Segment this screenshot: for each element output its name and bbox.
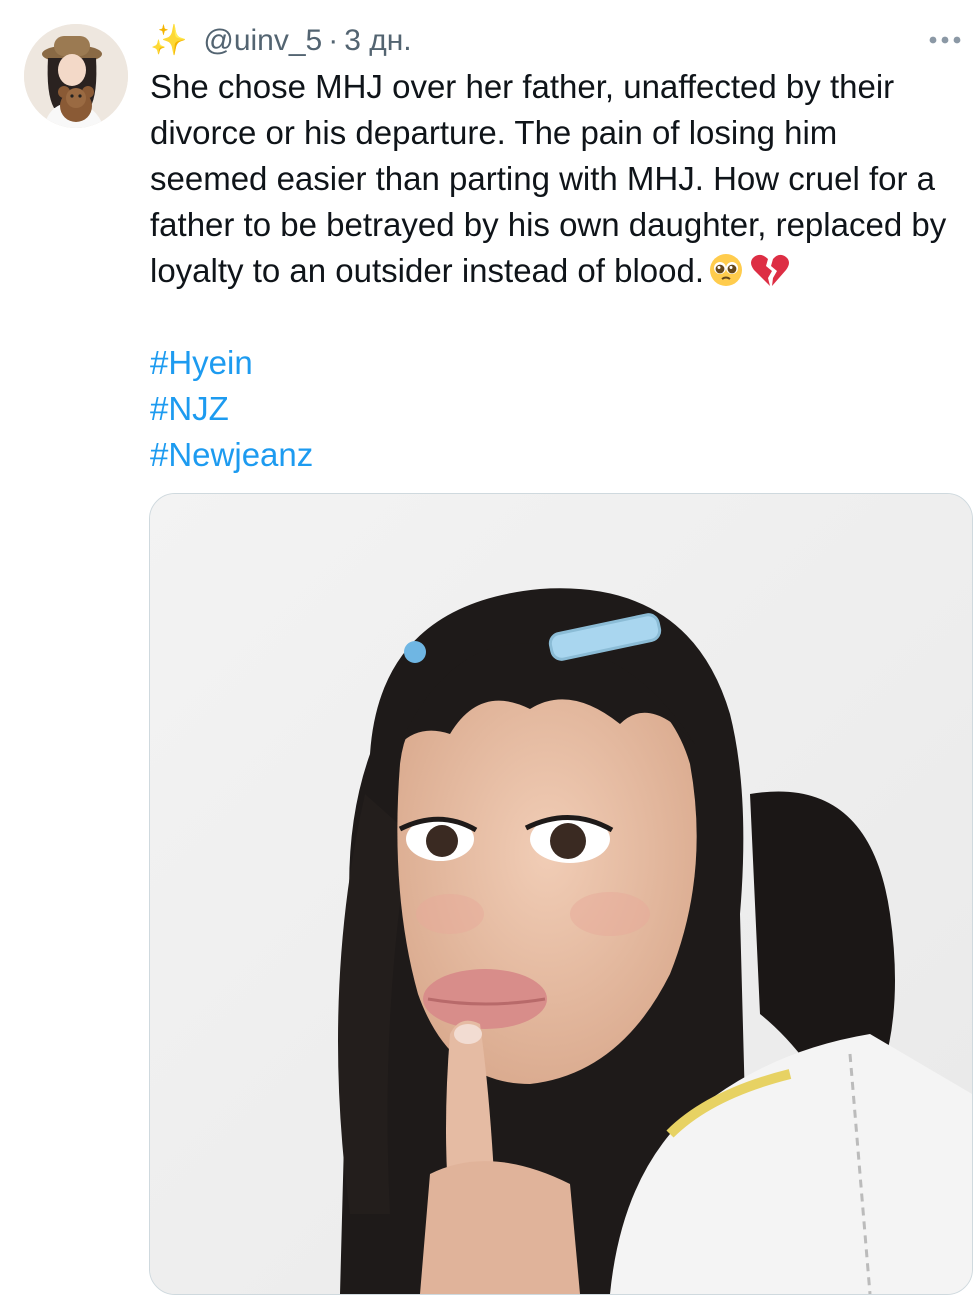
photo-image <box>150 494 972 1294</box>
hashtag-link[interactable]: #Hyein <box>150 340 313 386</box>
sparkles-icon: ✨ <box>150 24 188 57</box>
tweet-text-block: She chose MHJ over her father, unaffecte… <box>150 64 950 300</box>
separator-dot: · <box>328 24 339 57</box>
tweet-header: ✨ @uinv_5 · 3 дн. <box>150 20 412 62</box>
pleading-face-icon <box>708 252 744 300</box>
hashtag-link[interactable]: #Newjeanz <box>150 432 313 478</box>
author-handle[interactable]: @uinv_5 <box>203 24 322 58</box>
tweet-photo[interactable] <box>149 493 973 1295</box>
tweet-card[interactable]: ✨ @uinv_5 · 3 дн. She chose MHJ over her… <box>0 0 977 1295</box>
timestamp[interactable]: 3 дн. <box>344 24 411 58</box>
hashtag-link[interactable]: #NJZ <box>150 386 313 432</box>
broken-heart-icon <box>748 252 792 300</box>
more-options-icon[interactable] <box>927 26 963 54</box>
avatar[interactable] <box>24 24 128 128</box>
hashtag-list: #Hyein #NJZ #Newjeanz <box>150 340 313 478</box>
tweet-text: She chose MHJ over her father, unaffecte… <box>150 68 947 289</box>
avatar-image <box>24 24 128 128</box>
